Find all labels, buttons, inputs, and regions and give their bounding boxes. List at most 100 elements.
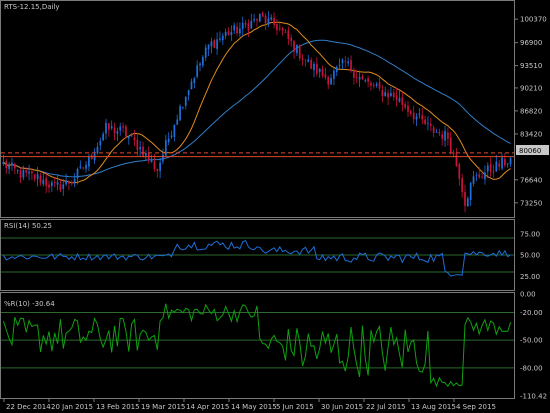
candle-body [70,182,73,184]
rsi-title: RSI(14) 50.25 [4,222,52,230]
candle-body [469,182,472,200]
candle-body [435,132,438,133]
price-tick-label: 73250 [520,199,542,207]
candle-body [438,131,441,134]
time-tick-label: 14 May 2015 [231,403,277,411]
candle-body [429,123,432,126]
candle-body [441,134,444,139]
candle-body [136,139,139,151]
candle-body [22,169,25,178]
candle-body [202,57,204,66]
candle-body [42,179,45,185]
candle-body [162,154,164,162]
candle-body [321,68,324,76]
candle-body [159,162,161,171]
candle-body [415,116,418,120]
candle-body [330,78,332,85]
candle-body [221,35,224,41]
candle-body [51,182,53,187]
candle-body [264,15,267,24]
candle-body [187,90,190,96]
candle-body [244,22,247,25]
candle-body [418,113,421,115]
candle-body [133,137,136,141]
candle-body [504,159,506,166]
price-tick-label: 90210 [520,84,542,92]
candle-body [116,131,119,134]
candle-body [455,154,458,167]
candle-body [5,161,8,168]
price-levels[interactable] [1,152,514,158]
time-tick-label: 22 Dec 2014 [6,403,51,411]
candle-body [335,66,338,72]
rsi-scale: 75.00 50.00 25.00 [520,230,540,281]
candle-body [48,184,50,188]
candle-body [96,146,99,154]
candle-body [88,156,90,167]
candle-body [53,181,56,184]
candle-body [230,31,233,36]
price-pane[interactable]: RTS-12.15,Daily 100370 96900 93510 90210 868… [0,0,550,218]
candle-body [313,63,315,71]
candle-body [301,58,304,60]
candle-body [76,168,79,179]
candle-body [281,27,284,32]
candle-body [304,59,307,61]
candle-body [82,167,85,169]
candle-body [213,40,216,48]
candle-body [110,126,113,129]
candle-body [424,119,426,125]
candle-body [190,81,193,90]
time-tick-label: 19 Mar 2015 [141,403,185,411]
time-tick-label: 22 Jul 2015 [366,403,406,411]
candle-body [495,161,498,172]
candle-body [139,147,142,150]
candle-body [142,146,144,157]
candle-body [472,176,475,184]
candle-body [421,115,424,120]
candle-body [227,31,230,36]
candle-body [2,161,5,164]
candle-body [489,164,492,172]
candle-body [59,184,62,191]
candle-body [8,165,10,169]
candle-body [13,163,16,169]
candle-body [318,68,321,73]
candle-body [478,174,481,178]
candle-body [253,19,256,21]
candle-body [156,168,159,171]
candle-body [501,157,503,169]
williams-r-pane[interactable]: %R(10) -30.64 0.00 -20.00 -50.00 -80.00 -110… [0,291,548,401]
candle-body [284,32,287,33]
candle-body [481,176,483,178]
rsi-pane[interactable]: RSI(14) 50.25 75.00 50.00 25.00 [0,219,541,291]
price-scale: 100370 96900 93510 90210 86820 83420 76640 7325… [514,16,547,207]
candle-body [267,18,270,25]
candle-body [179,106,181,121]
candle-body [170,135,173,138]
candle-body [341,59,344,64]
candle-body [153,161,156,169]
candle-body [125,126,127,137]
candle-body [199,63,201,66]
candle-body [122,126,124,128]
candle-body [193,78,196,84]
candle-body [184,96,187,106]
candle-body [31,171,33,174]
candle-body [398,98,401,102]
candle-body [11,162,13,166]
candle-body [150,159,153,162]
candle-body [381,90,384,97]
candle-body [99,140,102,146]
time-tick-label: 13 Feb 2015 [96,403,140,411]
rsi-path [2,239,511,277]
candle-body [358,77,361,80]
candle-body [105,122,107,134]
candle-body [256,19,258,21]
candle-body [145,152,147,156]
trading-chart[interactable]: RTS-12.15,Daily 100370 96900 93510 90210 868… [0,0,550,413]
candle-body [258,13,261,22]
candle-body [79,166,82,168]
candle-body [458,164,461,179]
candle-body [401,97,404,105]
